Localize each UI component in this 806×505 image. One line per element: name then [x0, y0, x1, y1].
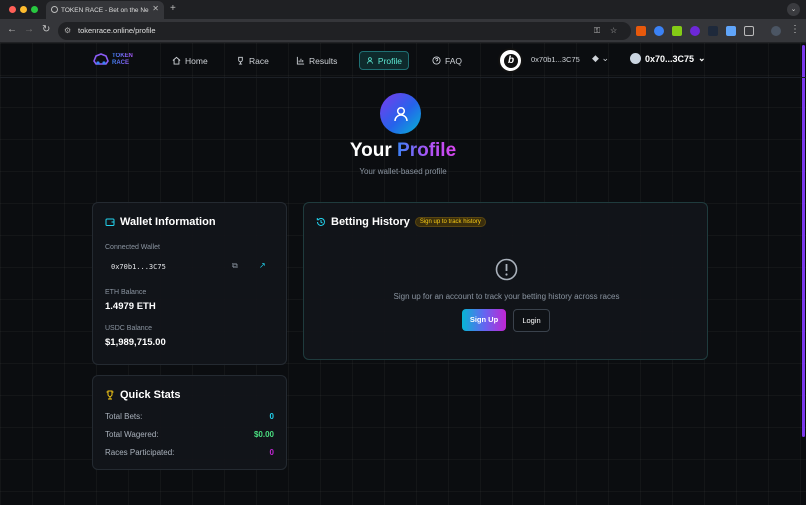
history-message: Sign up for an account to track your bet… [393, 292, 620, 301]
puzzle-icon[interactable] [744, 26, 754, 36]
nav-faq[interactable]: FAQ [426, 51, 468, 70]
profile-avatar [380, 93, 421, 134]
brand-logo-text[interactable]: TOKEN RACE [112, 53, 133, 66]
nav-profile-label: Profile [377, 55, 402, 66]
chain-selector[interactable]: ◆ ⌄ [592, 53, 609, 64]
nav-home[interactable]: Home [166, 51, 214, 70]
browser-tab[interactable]: TOKEN RACE - Bet on the Ne ✕ [46, 1, 164, 19]
nav-results[interactable]: Results [290, 51, 343, 70]
wallet-address: 0x70...3C75 [645, 53, 695, 64]
login-button[interactable]: Login [513, 309, 550, 332]
extension-icon[interactable] [672, 26, 682, 36]
usdc-balance-value: $1,989,715.00 [105, 337, 166, 348]
connected-wallet-value: 0x70b1...3C75 [111, 263, 166, 271]
eth-balance-value: 1.4979 ETH [105, 301, 156, 312]
profile-avatar-icon[interactable] [771, 26, 781, 36]
network-letter-icon: b [504, 54, 518, 68]
stat-races-participated: Races Participated: 0 [105, 448, 274, 457]
forward-icon[interactable]: → [24, 24, 34, 35]
scrollbar[interactable] [802, 45, 805, 437]
history-icon [316, 217, 325, 226]
page-subtitle: Your wallet-based profile [359, 167, 447, 176]
url-text: tokenrace.online/profile [78, 26, 156, 35]
nav-profile[interactable]: Profile [359, 51, 409, 70]
quick-stats-header: Quick Stats [105, 389, 181, 401]
extension-icon[interactable] [654, 26, 664, 36]
network-logo[interactable]: b [498, 48, 523, 73]
wallet-avatar [630, 53, 641, 64]
wallet-button[interactable]: 0x70...3C75 ⌄ [630, 53, 706, 64]
back-icon[interactable]: ← [7, 24, 17, 35]
trophy-icon [106, 390, 114, 400]
chevron-down-icon: ⌄ [601, 53, 609, 63]
minimize-window-button[interactable] [20, 6, 27, 13]
quick-stats-card: Quick Stats Total Bets: 0 Total Wagered: $… [92, 375, 287, 470]
signup-badge: Sign up to track history [414, 217, 486, 227]
trophy-icon [238, 56, 243, 65]
nav-home-label: Home [185, 55, 208, 66]
nav-race[interactable]: Race [230, 51, 275, 70]
extension-icon[interactable] [636, 26, 646, 36]
usdc-balance-label: USDC Balance [105, 325, 153, 332]
tab-search-icon[interactable]: ⌄ [787, 3, 800, 16]
sign-up-button[interactable]: Sign Up [462, 309, 506, 331]
extension-icon[interactable] [708, 26, 718, 36]
wallet-info-header: Wallet Information [105, 216, 216, 228]
close-window-button[interactable] [9, 6, 16, 13]
navbar: TOKEN RACE Home Race Results Profile FAQ … [0, 43, 806, 78]
stat-total-bets: Total Bets: 0 [105, 412, 274, 421]
address-bar[interactable]: ⚙ tokenrace.online/profile ⚿ ☆ [58, 22, 631, 40]
betting-history-header: Betting History Sign up to track history [316, 216, 486, 228]
betting-history-card: Betting History Sign up to track history… [303, 202, 708, 360]
zoom-window-button[interactable] [31, 6, 38, 13]
wallet-info-card: Wallet Information Connected Wallet 0x70… [92, 202, 287, 365]
nav-results-label: Results [309, 55, 338, 66]
header-address[interactable]: 0x70b1...3C75 [531, 55, 580, 64]
copy-icon[interactable]: ⧉ [232, 261, 238, 271]
help-circle-icon [432, 56, 441, 65]
race-car-logo-icon[interactable] [93, 52, 109, 66]
globe-icon [51, 6, 58, 13]
stat-total-wagered: Total Wagered: $0.00 [105, 430, 274, 439]
bookmark-star-icon[interactable]: ☆ [610, 26, 617, 35]
wallet-icon [105, 218, 115, 226]
extension-icon[interactable] [726, 26, 736, 36]
user-icon [393, 106, 408, 121]
external-link-icon[interactable]: ↗ [259, 261, 266, 270]
page: TOKEN RACE Home Race Results Profile FAQ … [0, 43, 806, 505]
tab-title: TOKEN RACE - Bet on the Ne [61, 6, 149, 14]
eth-balance-label: ETH Balance [105, 289, 147, 296]
site-info-icon[interactable]: ⚙ [64, 26, 73, 35]
more-vert-icon[interactable]: ⋮ [790, 24, 800, 35]
home-icon [172, 56, 181, 65]
nav-race-label: Race [249, 55, 269, 66]
bar-chart-icon [296, 56, 305, 65]
chevron-down-icon: ⌄ [698, 53, 706, 63]
password-key-icon[interactable]: ⚿ [594, 26, 600, 36]
browser-tab-strip: TOKEN RACE - Bet on the Ne ✕ + ⌄ [0, 0, 806, 19]
alert-circle-icon [495, 258, 518, 281]
nav-faq-label: FAQ [445, 55, 463, 66]
user-icon [367, 57, 373, 64]
connected-wallet-label: Connected Wallet [105, 244, 160, 251]
ethereum-icon: ◆ [592, 53, 599, 63]
new-tab-icon[interactable]: + [170, 3, 176, 14]
reload-icon[interactable]: ↻ [42, 24, 50, 35]
page-title: Your Profile [349, 140, 457, 161]
browser-toolbar: ← → ↻ ⚙ tokenrace.online/profile ⚿ ☆ [0, 19, 806, 43]
close-tab-icon[interactable]: ✕ [152, 4, 159, 13]
extension-icon[interactable] [690, 26, 700, 36]
